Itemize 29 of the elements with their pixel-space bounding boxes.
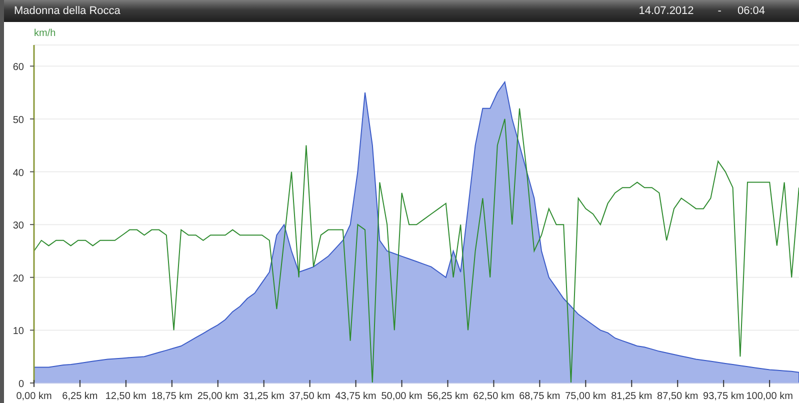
- axis-tick-label: 56,25 km: [427, 391, 468, 402]
- axis-tick-label: 93,75 km: [703, 391, 744, 402]
- axis-tick-label: 50: [12, 114, 24, 126]
- axis-tick-label: 50,00 km: [381, 391, 422, 402]
- axis-tick-label: 20: [12, 273, 24, 284]
- axis-tick-label: 37,50 km: [289, 391, 330, 402]
- axis-tick-label: 30: [12, 220, 24, 232]
- time-label: 06:04: [737, 4, 765, 19]
- axis-tick-label: 68,75 km: [519, 391, 560, 402]
- axis-tick-label: 40: [12, 168, 24, 179]
- axis-tick-label: 62,50 km: [473, 391, 514, 402]
- axis-tick-label: 18,75 km: [151, 391, 192, 402]
- axis-tick-label: 75,00 km: [565, 391, 606, 402]
- window-title: Madonna della Rocca: [14, 4, 120, 19]
- axis-tick-label: 31,25 km: [243, 391, 284, 402]
- axis-tick-label: 6,25 km: [62, 391, 98, 402]
- axis-tick-label: 60: [12, 62, 24, 74]
- axis-tick-label: 87,50 km: [657, 391, 698, 402]
- axis-unit-label: km/h: [34, 28, 56, 39]
- axis-tick-label: 25,00 km: [197, 391, 238, 402]
- date-label: 14.07.2012: [638, 4, 694, 19]
- axis-tick-label: 100,00 km: [746, 391, 793, 402]
- axis-tick-label: 0: [18, 379, 24, 390]
- axis-tick-label: 0,00 km: [16, 391, 52, 402]
- axis-tick-label: 81,25 km: [611, 391, 652, 402]
- separator-label: -: [718, 4, 722, 19]
- axis-tick-label: 10: [12, 326, 24, 338]
- axis-tick-label: 43,75 km: [335, 391, 376, 402]
- axis-tick-label: 12,50 km: [105, 391, 147, 402]
